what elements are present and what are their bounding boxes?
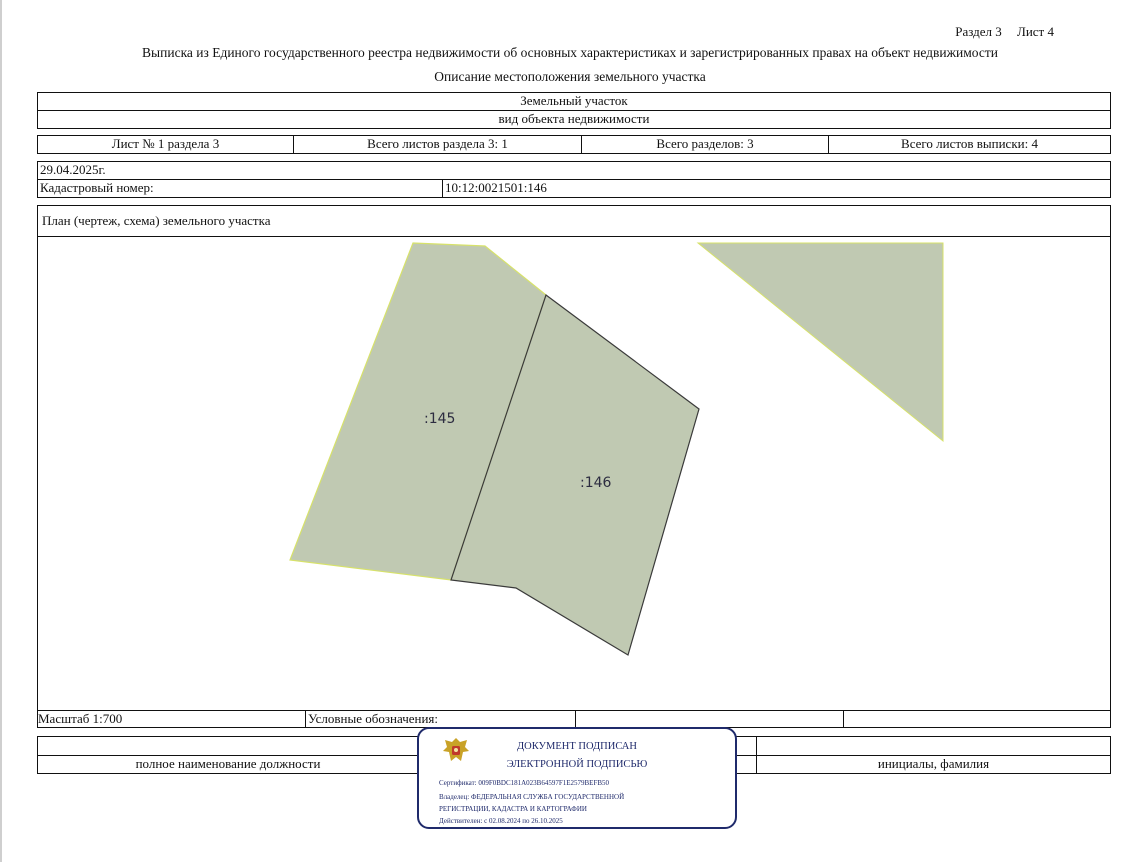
parcel-145-label: :145	[424, 411, 455, 427]
page-edge	[0, 0, 2, 862]
total-extract-sheets: Всего листов выписки: 4	[828, 136, 1110, 153]
info-box: 29.04.2025г. Кадастровый номер: 10:12:00…	[37, 161, 1111, 198]
position-caption: полное наименование должности	[135, 756, 321, 771]
legend-label: Условные обозначения:	[305, 711, 575, 727]
document-title: Выписка из Единого государственного реес…	[142, 45, 998, 60]
legend-cell-2	[843, 711, 1110, 727]
neighbor-parcel-top-right	[696, 242, 944, 443]
sheet-number: Лист 4	[1017, 24, 1054, 39]
cadastral-label: Кадастровый номер:	[40, 180, 154, 195]
stamp-owner-2: РЕГИСТРАЦИИ, КАДАСТРА И КАРТОГРАФИИ	[439, 805, 587, 813]
name-value	[756, 737, 1110, 755]
plan-title: План (чертеж, схема) земельного участка	[42, 213, 271, 228]
document-subtitle: Описание местоположения земельного участ…	[434, 69, 706, 84]
stamp-owner-1: Владелец: ФЕДЕРАЛЬНАЯ СЛУЖБА ГОСУДАРСТВЕ…	[439, 793, 625, 801]
object-type-caption: вид объекта недвижимости	[38, 110, 1110, 128]
stamp-validity: Действителен: с 02.08.2024 по 26.10.2025	[439, 817, 563, 825]
extract-date: 29.04.2025г.	[40, 162, 106, 177]
cadastral-number: 10:12:0021501:146	[442, 180, 1110, 198]
sheet-of-section: Лист № 1 раздела 3	[111, 136, 220, 151]
total-section-sheets: Всего листов раздела 3: 1	[293, 136, 581, 153]
stamp-certificate: Сертификат: 009F0BDC181A023B64597F1E2579…	[439, 779, 610, 787]
plan-footer: Масштаб 1:700 Условные обозначения:	[38, 710, 1110, 727]
section-sheet-label: Раздел 3 Лист 4	[955, 24, 1054, 40]
electronic-signature-stamp: ДОКУМЕНТ ПОДПИСАН ЭЛЕКТРОННОЙ ПОДПИСЬЮ С…	[417, 727, 737, 829]
name-caption: инициалы, фамилия	[756, 756, 1110, 773]
legend-cell-1	[575, 711, 843, 727]
total-sections: Всего разделов: 3	[581, 136, 828, 153]
object-type-box: Земельный участок вид объекта недвижимос…	[37, 92, 1111, 129]
section-number: Раздел 3	[955, 24, 1002, 39]
sheets-row: Лист № 1 раздела 3 Всего листов раздела …	[37, 135, 1111, 154]
object-type: Земельный участок	[520, 93, 628, 108]
plan-drawing: :145 :146	[289, 242, 944, 656]
plan-drawing-area: :145 :146	[38, 236, 1110, 711]
plan-box: План (чертеж, схема) земельного участка …	[37, 205, 1111, 728]
stamp-line-1: ДОКУМЕНТ ПОДПИСАН	[517, 741, 637, 752]
parcel-146-label: :146	[580, 475, 612, 491]
scale-label: Масштаб 1:700	[38, 711, 123, 726]
stamp-line-2: ЭЛЕКТРОННОЙ ПОДПИСЬЮ	[506, 759, 648, 770]
